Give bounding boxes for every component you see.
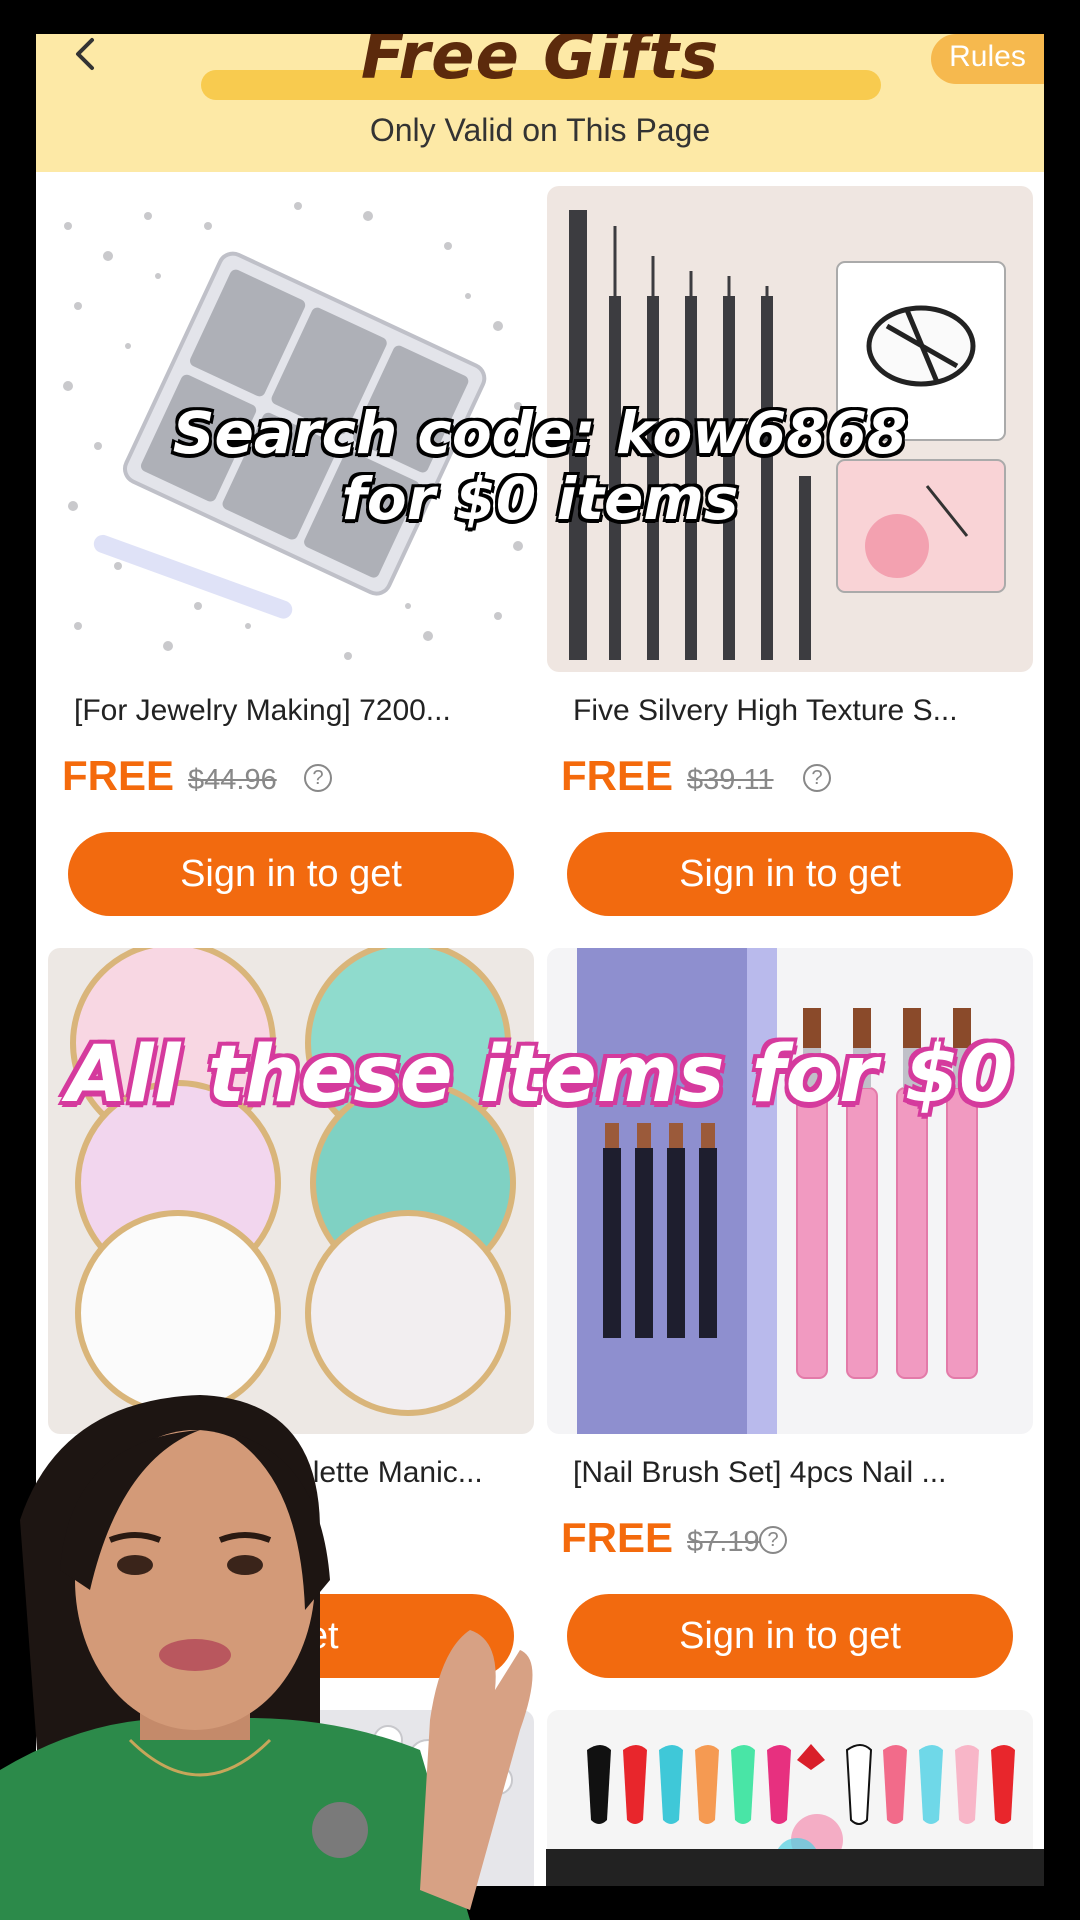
product-name[interactable]: [Nail Brush Set] 4pcs Nail ...: [573, 1456, 1023, 1490]
original-price: $7.19: [687, 1526, 760, 1558]
sign-in-to-get-button[interactable]: Sign in to get: [567, 832, 1013, 916]
sign-in-to-get-button[interactable]: Sign in to get: [567, 1594, 1013, 1678]
free-price: FREE: [62, 752, 175, 799]
presenter-video-overlay: [0, 1390, 560, 1920]
page-subtitle: Only Valid on This Page: [369, 112, 711, 148]
product-name[interactable]: [For Jewelry Making] 7200...: [74, 694, 524, 728]
product-card[interactable]: [For Jewelry Making] 7200... FREE $44.96…: [48, 186, 534, 946]
sign-in-to-get-button[interactable]: Sign in to get: [68, 832, 514, 916]
product-card[interactable]: Five Silvery High Texture S... FREE $39.…: [547, 186, 1033, 946]
bottom-bar: [546, 1849, 1044, 1886]
caption-line: Search code: kow6868: [172, 399, 908, 467]
rules-button[interactable]: Rules: [931, 34, 1044, 84]
free-price: FREE: [561, 752, 674, 799]
help-icon[interactable]: ?: [803, 764, 831, 792]
product-image-palettes[interactable]: [48, 948, 534, 1434]
help-icon[interactable]: ?: [759, 1526, 787, 1554]
page-title: Free Gifts: [360, 34, 720, 94]
original-price: $39.11: [687, 764, 774, 796]
original-price: $44.96: [188, 764, 277, 796]
help-icon[interactable]: ?: [304, 764, 332, 792]
product-name[interactable]: Five Silvery High Texture S...: [573, 694, 1023, 728]
caption-main: All these items for $0: [66, 1030, 1014, 1120]
caption-search-code: Search code: kow6868 for $0 items: [0, 400, 1080, 532]
free-price: FREE: [561, 1514, 674, 1561]
chevron-left-icon[interactable]: [62, 34, 112, 84]
caption-line: for $0 items: [341, 465, 739, 533]
product-image-nail-brush-set[interactable]: [547, 948, 1033, 1434]
header: Free Gifts Only Valid on This Page Rules: [36, 34, 1044, 172]
